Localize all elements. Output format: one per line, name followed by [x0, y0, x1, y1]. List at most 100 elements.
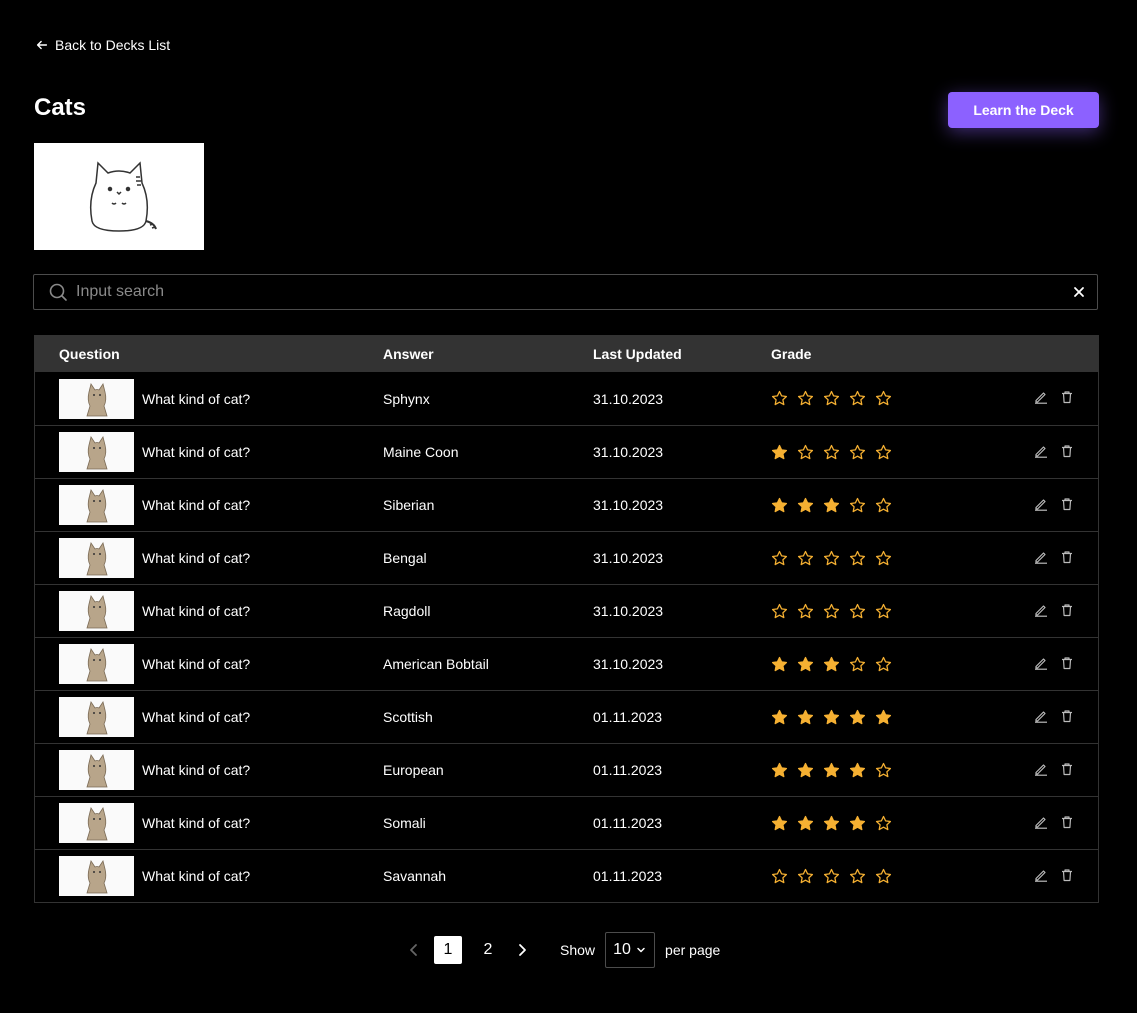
star-outline-icon[interactable]: [875, 868, 892, 885]
trash-icon[interactable]: [1060, 815, 1074, 829]
grade-stars: [771, 603, 892, 620]
star-outline-icon[interactable]: [823, 550, 840, 567]
star-outline-icon[interactable]: [849, 390, 866, 407]
star-filled-icon[interactable]: [797, 815, 814, 832]
star-outline-icon[interactable]: [823, 603, 840, 620]
edit-icon[interactable]: [1034, 497, 1048, 511]
edit-icon[interactable]: [1034, 550, 1048, 564]
chevron-left-icon: [410, 944, 417, 956]
edit-icon[interactable]: [1034, 868, 1048, 882]
star-filled-icon[interactable]: [849, 815, 866, 832]
star-outline-icon[interactable]: [797, 444, 814, 461]
star-outline-icon[interactable]: [797, 390, 814, 407]
star-outline-icon[interactable]: [875, 497, 892, 514]
star-filled-icon[interactable]: [797, 656, 814, 673]
search-input[interactable]: [74, 282, 1073, 302]
star-filled-icon[interactable]: [797, 497, 814, 514]
trash-icon[interactable]: [1060, 656, 1074, 670]
trash-icon[interactable]: [1060, 762, 1074, 776]
last-updated-text: 31.10.2023: [593, 550, 664, 566]
star-outline-icon[interactable]: [797, 868, 814, 885]
column-header-last-updated[interactable]: Last Updated: [593, 346, 682, 362]
trash-icon[interactable]: [1060, 868, 1074, 882]
question-image: [59, 803, 134, 843]
star-filled-icon[interactable]: [771, 444, 788, 461]
star-outline-icon[interactable]: [875, 656, 892, 673]
star-outline-icon[interactable]: [849, 444, 866, 461]
edit-icon[interactable]: [1034, 709, 1048, 723]
column-header-grade[interactable]: Grade: [771, 346, 811, 362]
question-text: What kind of cat?: [142, 390, 251, 407]
question-text: What kind of cat?: [142, 815, 251, 831]
column-header-answer[interactable]: Answer: [383, 346, 434, 362]
star-filled-icon[interactable]: [849, 762, 866, 779]
star-filled-icon[interactable]: [771, 497, 788, 514]
star-outline-icon[interactable]: [797, 550, 814, 567]
star-filled-icon[interactable]: [823, 762, 840, 779]
star-outline-icon[interactable]: [875, 603, 892, 620]
edit-icon[interactable]: [1034, 762, 1048, 776]
page-button-1[interactable]: 1: [434, 936, 462, 964]
star-filled-icon[interactable]: [823, 497, 840, 514]
trash-icon[interactable]: [1060, 444, 1074, 458]
edit-icon[interactable]: [1034, 656, 1048, 670]
star-filled-icon[interactable]: [797, 709, 814, 726]
question-cell: What kind of cat?: [59, 432, 250, 472]
chevron-down-icon: [637, 947, 645, 953]
trash-icon[interactable]: [1060, 603, 1074, 617]
table-row: What kind of cat? Somali 01.11.2023: [35, 796, 1098, 849]
star-filled-icon[interactable]: [849, 709, 866, 726]
row-actions: [1034, 444, 1074, 458]
next-page-button[interactable]: [508, 936, 536, 964]
trash-icon[interactable]: [1060, 497, 1074, 511]
per-page-select[interactable]: 10: [605, 932, 656, 968]
star-outline-icon[interactable]: [875, 444, 892, 461]
back-to-decks-link[interactable]: Back to Decks List: [35, 37, 170, 53]
arrow-left-icon: [36, 40, 48, 50]
star-outline-icon[interactable]: [849, 497, 866, 514]
edit-icon[interactable]: [1034, 603, 1048, 617]
page-button-2[interactable]: 2: [474, 936, 502, 964]
question-cell: What kind of cat?: [59, 378, 251, 419]
star-filled-icon[interactable]: [771, 709, 788, 726]
star-outline-icon[interactable]: [771, 550, 788, 567]
star-outline-icon[interactable]: [849, 656, 866, 673]
star-outline-icon[interactable]: [771, 390, 788, 407]
star-filled-icon[interactable]: [823, 815, 840, 832]
prev-page-button[interactable]: [400, 936, 428, 964]
star-outline-icon[interactable]: [771, 868, 788, 885]
star-filled-icon[interactable]: [823, 709, 840, 726]
star-outline-icon[interactable]: [875, 762, 892, 779]
star-outline-icon[interactable]: [849, 868, 866, 885]
star-outline-icon[interactable]: [849, 550, 866, 567]
edit-icon[interactable]: [1034, 815, 1048, 829]
grade-stars: [771, 550, 892, 567]
trash-icon[interactable]: [1060, 390, 1074, 404]
edit-icon[interactable]: [1034, 390, 1048, 404]
star-outline-icon[interactable]: [797, 603, 814, 620]
star-outline-icon[interactable]: [875, 815, 892, 832]
search-icon: [49, 283, 67, 301]
answer-text: Ragdoll: [383, 603, 431, 619]
star-filled-icon[interactable]: [771, 656, 788, 673]
star-outline-icon[interactable]: [849, 603, 866, 620]
star-outline-icon[interactable]: [875, 390, 892, 407]
star-filled-icon[interactable]: [771, 762, 788, 779]
edit-icon[interactable]: [1034, 444, 1048, 458]
table-row: What kind of cat? European 01.11.2023: [35, 743, 1098, 796]
close-icon[interactable]: [1073, 286, 1085, 298]
cat-photo-icon: [85, 542, 108, 576]
star-outline-icon[interactable]: [823, 390, 840, 407]
star-filled-icon[interactable]: [823, 656, 840, 673]
star-outline-icon[interactable]: [823, 868, 840, 885]
trash-icon[interactable]: [1060, 709, 1074, 723]
star-outline-icon[interactable]: [875, 550, 892, 567]
star-filled-icon[interactable]: [771, 815, 788, 832]
trash-icon[interactable]: [1060, 550, 1074, 564]
star-filled-icon[interactable]: [875, 709, 892, 726]
star-outline-icon[interactable]: [771, 603, 788, 620]
learn-deck-button[interactable]: Learn the Deck: [948, 92, 1099, 128]
star-outline-icon[interactable]: [823, 444, 840, 461]
column-header-question[interactable]: Question: [59, 346, 120, 362]
star-filled-icon[interactable]: [797, 762, 814, 779]
